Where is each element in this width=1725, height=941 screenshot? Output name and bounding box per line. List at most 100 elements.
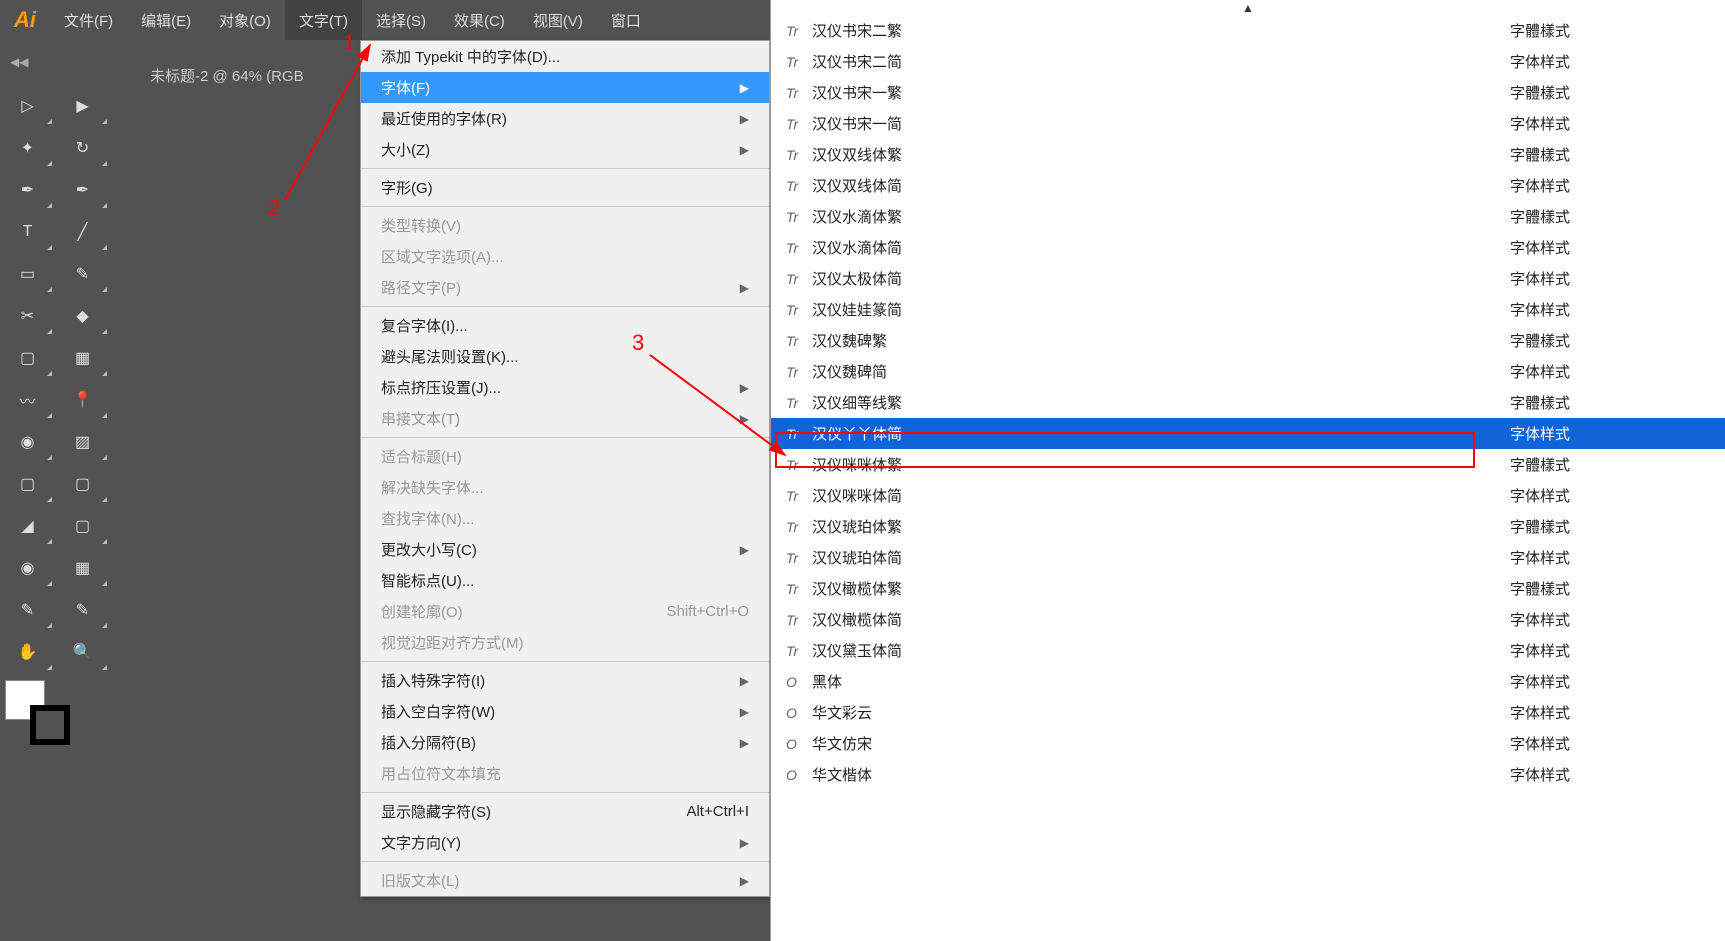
- tool-button[interactable]: T: [0, 211, 55, 253]
- tool-button[interactable]: ✎: [55, 253, 110, 295]
- font-list-item[interactable]: Tr汉仪琥珀体繁字體樣式: [771, 511, 1725, 542]
- font-list-item[interactable]: Tr汉仪黛玉体简字体样式: [771, 635, 1725, 666]
- menu-item[interactable]: 字体(F)▶: [361, 72, 769, 103]
- menu-item[interactable]: 文字方向(Y)▶: [361, 827, 769, 858]
- font-sample-label: 字体样式: [1510, 268, 1710, 289]
- tool-button[interactable]: 〰: [0, 379, 55, 421]
- menu-item[interactable]: 字形(G): [361, 172, 769, 203]
- tool-button[interactable]: ╱: [55, 211, 110, 253]
- tool-button[interactable]: ▨: [55, 421, 110, 463]
- font-sample-label: 字體樣式: [1510, 20, 1710, 41]
- font-list-item[interactable]: Tr汉仪橄榄体简字体样式: [771, 604, 1725, 635]
- font-list-item[interactable]: Tr汉仪魏碑简字体样式: [771, 356, 1725, 387]
- document-tab[interactable]: 未标题-2 @ 64% (RGB: [135, 55, 319, 96]
- tool-button[interactable]: ✂: [0, 295, 55, 337]
- font-sample-label: 字體樣式: [1510, 82, 1710, 103]
- font-type-icon: Tr: [786, 178, 812, 194]
- font-list-item[interactable]: Tr汉仪太极体简字体样式: [771, 263, 1725, 294]
- tool-button[interactable]: ▷: [0, 85, 55, 127]
- menu-item: 类型转换(V): [361, 210, 769, 241]
- font-name-label: 汉仪娃娃篆简: [812, 299, 1510, 320]
- panel-collapse-icon[interactable]: ◀◀: [10, 55, 28, 69]
- menu-item[interactable]: 插入分隔符(B)▶: [361, 727, 769, 758]
- menu-item[interactable]: 避头尾法则设置(K)...: [361, 341, 769, 372]
- menu-separator: [361, 661, 769, 662]
- font-sample-label: 字体样式: [1510, 237, 1710, 258]
- menu-item[interactable]: 显示隐藏字符(S)Alt+Ctrl+I: [361, 796, 769, 827]
- font-list-item[interactable]: Tr汉仪水滴体繁字體樣式: [771, 201, 1725, 232]
- menu-item[interactable]: 智能标点(U)...: [361, 565, 769, 596]
- font-sample-label: 字体样式: [1510, 51, 1710, 72]
- tool-button[interactable]: ↻: [55, 127, 110, 169]
- font-type-icon: Tr: [786, 457, 812, 473]
- menu-item[interactable]: 插入空白字符(W)▶: [361, 696, 769, 727]
- annotation-2: 2: [268, 195, 280, 221]
- tool-button[interactable]: ▢: [55, 505, 110, 547]
- tool-button[interactable]: ◆: [55, 295, 110, 337]
- menu-window[interactable]: 窗口: [597, 0, 655, 40]
- font-list-item[interactable]: Tr汉仪咪咪体繁字體樣式: [771, 449, 1725, 480]
- tool-button[interactable]: ◉: [0, 421, 55, 463]
- font-list-item[interactable]: Tr汉仪细等线繁字體樣式: [771, 387, 1725, 418]
- font-list-item[interactable]: Tr汉仪书宋一繁字體樣式: [771, 77, 1725, 108]
- scroll-up-icon[interactable]: ▲: [771, 0, 1725, 15]
- tool-button[interactable]: ◉: [0, 547, 55, 589]
- tool-button[interactable]: 🔍: [55, 631, 110, 673]
- menu-item[interactable]: 更改大小写(C)▶: [361, 534, 769, 565]
- font-sample-label: 字体样式: [1510, 175, 1710, 196]
- font-list-item[interactable]: Tr汉仪双线体繁字體樣式: [771, 139, 1725, 170]
- tool-button[interactable]: ▦: [55, 547, 110, 589]
- font-list-item[interactable]: Tr汉仪丫丫体简字体样式: [771, 418, 1725, 449]
- font-list-item[interactable]: Tr汉仪双线体简字体样式: [771, 170, 1725, 201]
- tool-button[interactable]: ▦: [55, 337, 110, 379]
- tool-button[interactable]: ✒: [55, 169, 110, 211]
- menu-separator: [361, 792, 769, 793]
- font-name-label: 华文楷体: [812, 764, 1510, 785]
- font-list-item[interactable]: Tr汉仪娃娃篆简字体样式: [771, 294, 1725, 325]
- menu-edit[interactable]: 编辑(E): [127, 0, 205, 40]
- menu-type[interactable]: 文字(T): [285, 0, 362, 40]
- font-list-item[interactable]: Tr汉仪琥珀体简字体样式: [771, 542, 1725, 573]
- font-name-label: 汉仪双线体简: [812, 175, 1510, 196]
- tool-button[interactable]: ✎: [0, 589, 55, 631]
- menu-file[interactable]: 文件(F): [50, 0, 127, 40]
- tool-button[interactable]: ▢: [0, 337, 55, 379]
- menu-item[interactable]: 大小(Z)▶: [361, 134, 769, 165]
- font-sample-label: 字體樣式: [1510, 144, 1710, 165]
- font-sample-label: 字體樣式: [1510, 392, 1710, 413]
- menu-item[interactable]: 添加 Typekit 中的字体(D)...: [361, 41, 769, 72]
- font-sample-label: 字體樣式: [1510, 330, 1710, 351]
- font-list-item[interactable]: O黑体字体样式: [771, 666, 1725, 697]
- tool-button[interactable]: ◢: [0, 505, 55, 547]
- font-list-item[interactable]: Tr汉仪水滴体简字体样式: [771, 232, 1725, 263]
- tool-button[interactable]: ✎: [55, 589, 110, 631]
- menu-effect[interactable]: 效果(C): [440, 0, 519, 40]
- font-type-icon: O: [786, 767, 812, 783]
- font-list-item[interactable]: Tr汉仪书宋一简字体样式: [771, 108, 1725, 139]
- menu-select[interactable]: 选择(S): [362, 0, 440, 40]
- menu-object[interactable]: 对象(O): [205, 0, 285, 40]
- tool-button[interactable]: 📍: [55, 379, 110, 421]
- font-list-item[interactable]: Tr汉仪橄榄体繁字體樣式: [771, 573, 1725, 604]
- font-list-item[interactable]: O华文彩云字体样式: [771, 697, 1725, 728]
- font-list-item[interactable]: Tr汉仪魏碑繁字體樣式: [771, 325, 1725, 356]
- font-list-item[interactable]: Tr汉仪书宋二繁字體樣式: [771, 15, 1725, 46]
- menu-item[interactable]: 标点挤压设置(J)...▶: [361, 372, 769, 403]
- tool-button[interactable]: ▢: [0, 463, 55, 505]
- font-name-label: 汉仪书宋一繁: [812, 82, 1510, 103]
- tool-button[interactable]: ▶: [55, 85, 110, 127]
- font-list-item[interactable]: Tr汉仪书宋二简字体样式: [771, 46, 1725, 77]
- font-list-item[interactable]: O华文仿宋字体样式: [771, 728, 1725, 759]
- menu-item[interactable]: 最近使用的字体(R)▶: [361, 103, 769, 134]
- tool-button[interactable]: ▭: [0, 253, 55, 295]
- tool-button[interactable]: ✒: [0, 169, 55, 211]
- tool-button[interactable]: ✋: [0, 631, 55, 673]
- menu-item[interactable]: 插入特殊字符(I)▶: [361, 665, 769, 696]
- menu-view[interactable]: 视图(V): [519, 0, 597, 40]
- tool-button[interactable]: ✦: [0, 127, 55, 169]
- font-list-item[interactable]: O华文楷体字体样式: [771, 759, 1725, 790]
- font-list-item[interactable]: Tr汉仪咪咪体简字体样式: [771, 480, 1725, 511]
- stroke-swatch[interactable]: [30, 705, 70, 745]
- menu-item[interactable]: 复合字体(I)...: [361, 310, 769, 341]
- tool-button[interactable]: ▢: [55, 463, 110, 505]
